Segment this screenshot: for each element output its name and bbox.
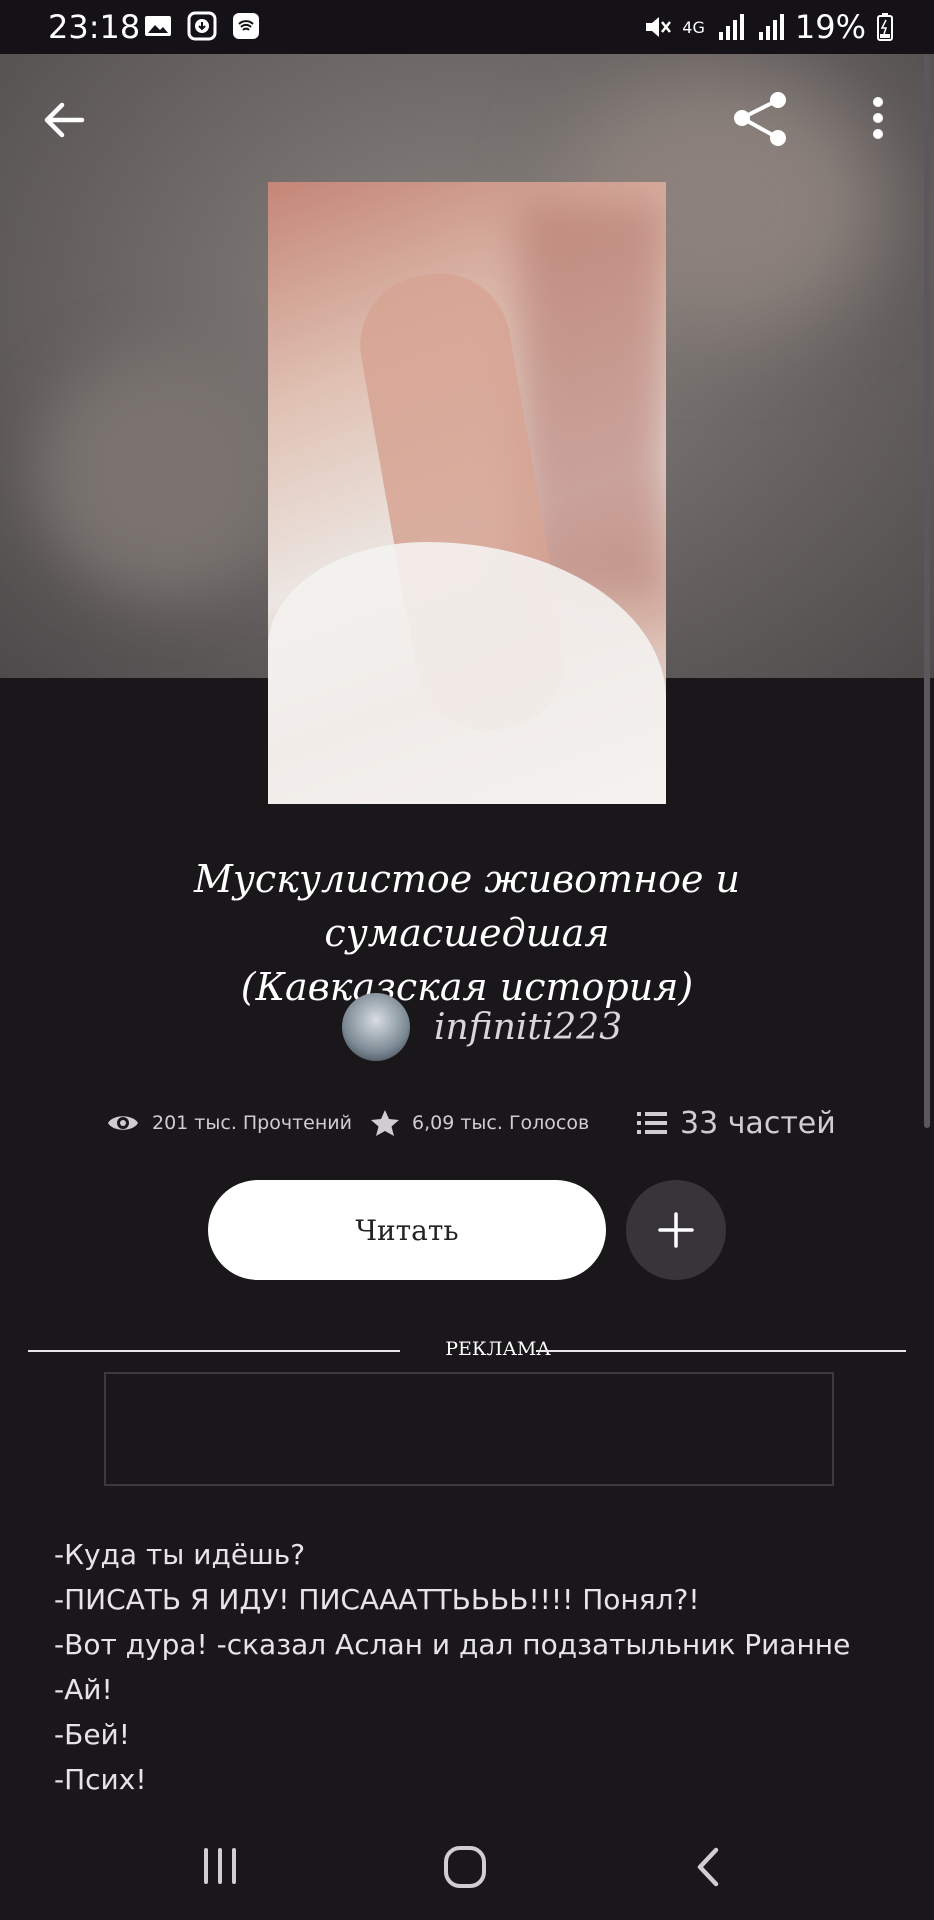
read-button[interactable]: Читать <box>208 1180 606 1280</box>
back-icon <box>44 102 85 138</box>
more-icon <box>873 97 883 139</box>
votes-count: 6,09 тыс. Голосов <box>412 1112 590 1134</box>
download-icon <box>187 11 217 41</box>
home-button[interactable] <box>442 1844 488 1894</box>
system-nav-bar <box>0 1816 934 1920</box>
recent-apps-button[interactable] <box>198 1844 242 1892</box>
reads-count: 201 тыс. Прочтений <box>152 1112 352 1134</box>
story-line: -Бей! <box>54 1718 130 1751</box>
battery-percent: 19% <box>794 8 866 46</box>
book-title-line1: Мускулистое животное и сумасшедшая <box>193 857 741 955</box>
plus-icon <box>658 1212 694 1248</box>
nav-back-icon <box>697 1847 719 1887</box>
nav-back-button[interactable] <box>690 1844 726 1894</box>
signal-icon <box>718 14 744 40</box>
story-line: -Вот дура! -сказал Аслан и дал подзатыль… <box>54 1628 851 1661</box>
story-line: -ПИСАТЬ Я ИДУ! ПИСАААТТЬЬЬЬ!!!! Понял?! <box>54 1583 700 1616</box>
book-stats: 201 тыс. Прочтений 6,09 тыс. Голосов 33 … <box>106 1100 846 1150</box>
more-options-button[interactable] <box>862 92 894 148</box>
story-preview: -Куда ты идёшь? -ПИСАТЬ Я ИДУ! ПИСАААТТЬ… <box>54 1532 894 1802</box>
author-row[interactable]: infiniti223 <box>342 992 622 1062</box>
network-type: 4G <box>682 17 705 37</box>
book-title: Мускулистое животное и сумасшедшая (Кавк… <box>60 852 874 1014</box>
share-icon <box>734 92 786 146</box>
star-icon <box>371 1110 399 1136</box>
mute-icon <box>646 17 672 37</box>
stat-votes: 6,09 тыс. Голосов <box>370 1100 589 1146</box>
image-icon <box>145 16 171 36</box>
ad-slot[interactable] <box>104 1372 834 1486</box>
parts-count[interactable]: 33 частей <box>680 1106 836 1141</box>
share-button[interactable] <box>730 88 792 150</box>
wifi-icon <box>233 13 259 39</box>
home-icon <box>444 1846 486 1888</box>
author-name[interactable]: infiniti223 <box>434 1007 622 1048</box>
eye-icon <box>108 1116 138 1130</box>
story-line: -Псих! <box>54 1763 147 1796</box>
status-notification-icons <box>142 10 262 42</box>
battery-icon <box>877 13 893 41</box>
ad-divider: РЕКЛАМА <box>28 1338 906 1360</box>
list-icon <box>637 1112 667 1134</box>
recent-apps-icon <box>204 1848 236 1884</box>
ad-label: РЕКЛАМА <box>445 1338 551 1360</box>
stat-parts[interactable]: 33 частей <box>636 1100 836 1146</box>
signal-icon-2 <box>758 14 784 40</box>
add-to-library-button[interactable] <box>626 1180 726 1280</box>
avatar[interactable] <box>342 993 410 1061</box>
status-system-icons: 4G 19% <box>642 8 894 46</box>
story-line: -Куда ты идёшь? <box>54 1538 306 1571</box>
back-button[interactable] <box>38 94 90 146</box>
book-cover <box>268 182 666 804</box>
status-bar: 23:18 4G 19% <box>0 0 934 54</box>
story-line: -Ай! <box>54 1673 113 1706</box>
status-time: 23:18 <box>48 8 141 46</box>
stat-reads: 201 тыс. Прочтений <box>106 1100 352 1146</box>
scrollbar[interactable] <box>924 54 930 1128</box>
